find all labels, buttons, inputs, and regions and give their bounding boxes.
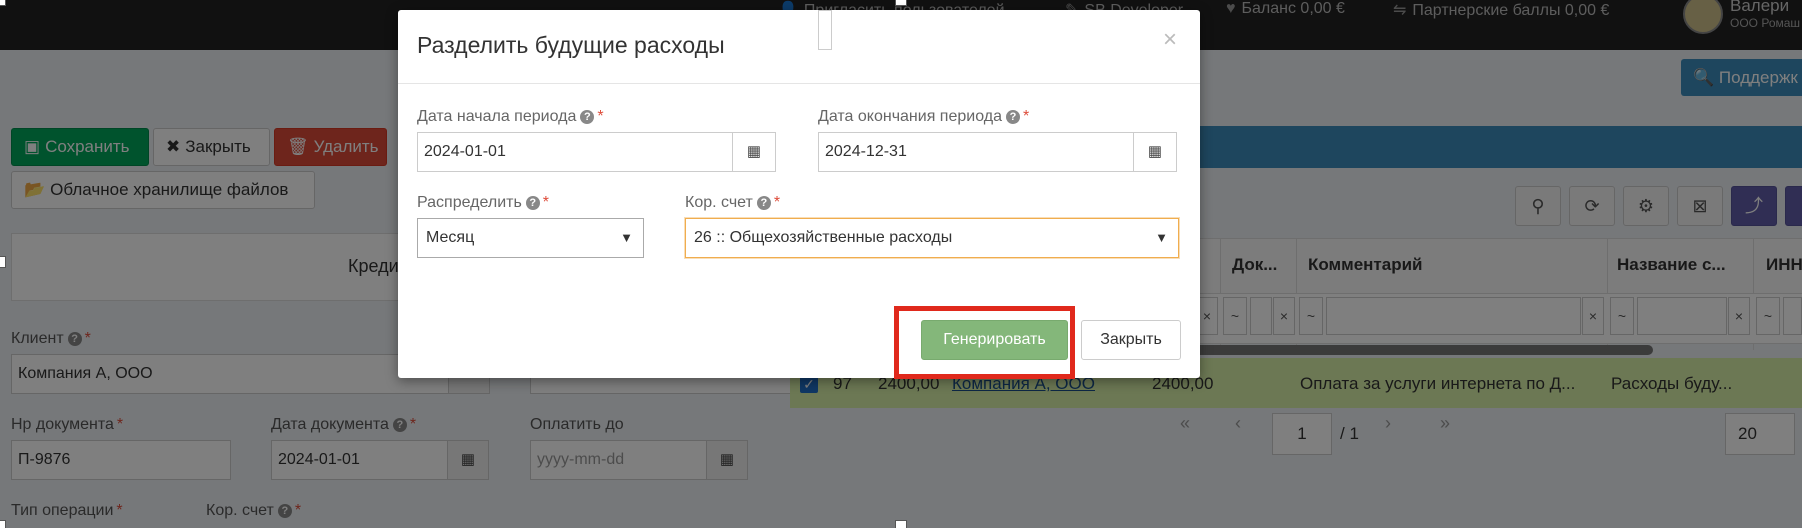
start-date-label: Дата начала периода? * bbox=[417, 108, 604, 126]
calendar-icon[interactable]: ▦ bbox=[1133, 132, 1177, 172]
end-date-field[interactable]: 2024-12-31 bbox=[818, 132, 1135, 172]
end-date-field-bg bbox=[818, 10, 832, 50]
help-icon[interactable]: ? bbox=[580, 110, 595, 124]
page: 👤Пригласить пользователей ✎SB Developer … bbox=[0, 0, 1802, 528]
required-marker: * bbox=[597, 108, 604, 125]
required-marker: * bbox=[1022, 108, 1030, 125]
chevron-down-icon: ▼ bbox=[620, 230, 633, 245]
resize-handle[interactable] bbox=[0, 0, 6, 6]
account-value: 26 :: Общехозяйственные расходы bbox=[694, 229, 953, 246]
end-date-label-text: Дата окончания периода bbox=[818, 108, 1002, 125]
resize-handle[interactable] bbox=[0, 520, 6, 528]
start-date-field[interactable]: 2024-01-01 bbox=[417, 132, 734, 172]
account-label-text: Кор. счет bbox=[685, 194, 753, 211]
distribute-label: Распределить? * bbox=[417, 194, 549, 212]
required-marker: * bbox=[542, 194, 550, 211]
help-icon[interactable]: ? bbox=[1005, 110, 1020, 124]
help-icon[interactable]: ? bbox=[756, 196, 771, 210]
resize-handle[interactable] bbox=[895, 0, 907, 6]
generate-button[interactable]: Генерировать bbox=[921, 320, 1068, 360]
distribute-select[interactable]: Месяц ▼ bbox=[417, 218, 644, 258]
end-date-label: Дата окончания периода? * bbox=[818, 108, 1029, 126]
chevron-down-icon: ▼ bbox=[1155, 230, 1168, 245]
split-expenses-modal: Разделить будущие расходы × Дата начала … bbox=[398, 10, 1200, 379]
account-select[interactable]: 26 :: Общехозяйственные расходы ▼ bbox=[685, 218, 1179, 258]
distribute-value: Месяц bbox=[426, 229, 475, 246]
calendar-icon[interactable]: ▦ bbox=[732, 132, 776, 172]
resize-handle[interactable] bbox=[895, 520, 907, 528]
resize-handle[interactable] bbox=[0, 256, 6, 268]
distribute-label-text: Распределить bbox=[417, 194, 522, 211]
modal-title: Разделить будущие расходы bbox=[417, 32, 725, 58]
start-date-label-text: Дата начала периода bbox=[417, 108, 577, 125]
account-label: Кор. счет? * bbox=[685, 194, 780, 212]
close-icon[interactable]: × bbox=[1163, 28, 1177, 52]
help-icon[interactable]: ? bbox=[525, 196, 540, 210]
required-marker: * bbox=[773, 194, 781, 211]
modal-close-button[interactable]: Закрыть bbox=[1081, 320, 1181, 360]
modal-divider bbox=[398, 83, 1200, 84]
